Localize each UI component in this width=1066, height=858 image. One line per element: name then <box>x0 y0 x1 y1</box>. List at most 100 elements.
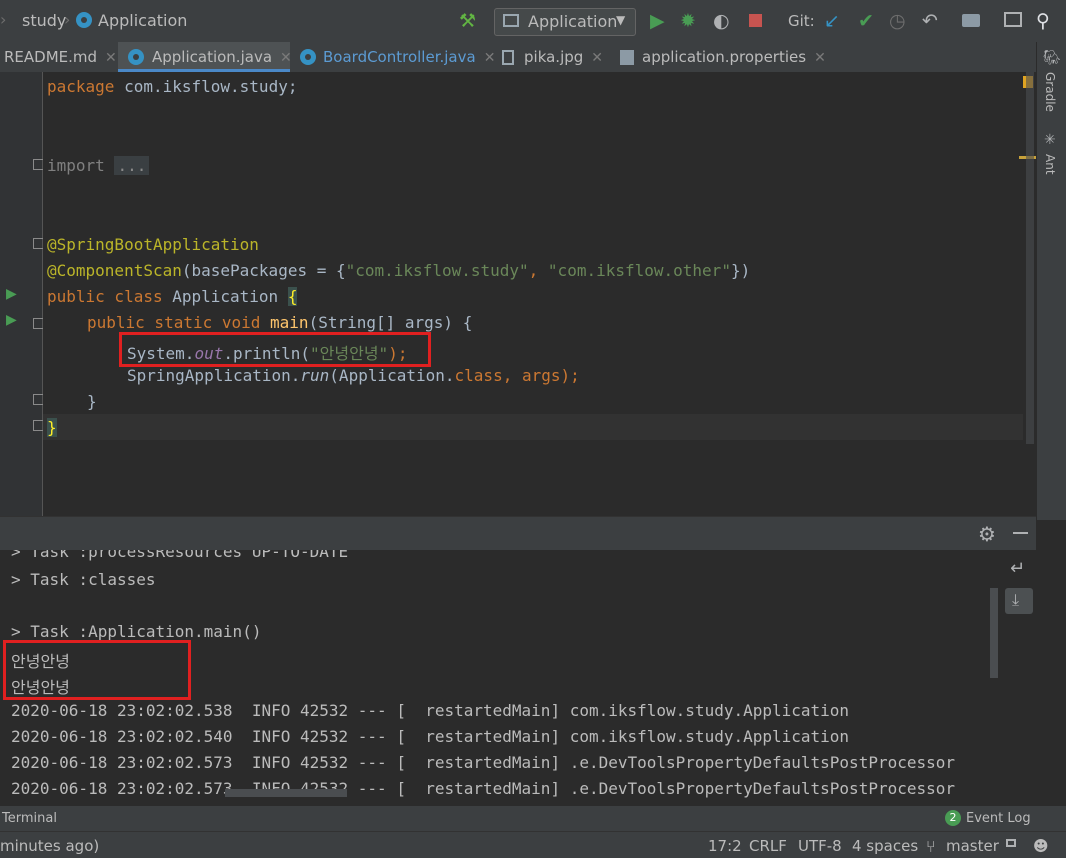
console-line: 2020-06-18 23:02:02.538 INFO 42532 --- [… <box>11 701 850 720</box>
indent-setting[interactable]: 4 spaces <box>852 837 918 855</box>
console-line: > Task :classes <box>11 570 156 589</box>
keyword: class <box>454 366 503 385</box>
minimize-icon[interactable] <box>1013 532 1028 534</box>
run-panel-header: ⚙ <box>0 516 1036 551</box>
git-branch[interactable]: master <box>946 837 999 855</box>
console-scrollbar-thumb[interactable] <box>990 588 998 678</box>
git-history-icon[interactable]: ◷ <box>889 10 906 32</box>
git-label: Git: <box>788 12 815 30</box>
search-icon[interactable]: ⚲ <box>1036 10 1050 32</box>
tab-readme[interactable]: README.md ✕ <box>0 42 118 72</box>
breadcrumb-study[interactable]: study <box>22 11 66 30</box>
run-gutter-icon[interactable]: ▶ <box>6 286 17 302</box>
soft-wrap-icon[interactable]: ↵ <box>1010 558 1025 579</box>
run-icon[interactable]: ▶ <box>650 10 665 32</box>
build-hammer-icon[interactable]: ⚒ <box>459 10 476 32</box>
console-line: > Task :Application.main() <box>11 622 262 641</box>
lock-icon[interactable] <box>1006 839 1016 847</box>
editor-tab-bar: README.md ✕ Application.java ✕ BoardContro… <box>0 42 1036 73</box>
editor-scrollbar[interactable] <box>1019 72 1036 516</box>
tab-label: pika.jpg <box>524 48 584 66</box>
scroll-to-end-icon: ⤓ <box>1012 590 1020 609</box>
annotation: @SpringBootApplication <box>47 235 259 254</box>
highlight-box-output <box>3 640 191 700</box>
highlight-box-println <box>119 332 431 367</box>
folded-region[interactable]: ... <box>114 156 150 175</box>
code-text: , args); <box>502 366 580 385</box>
close-icon[interactable]: ✕ <box>591 50 603 66</box>
console-side-toolbar: ↵ ⤓ <box>990 550 1036 800</box>
method-name: main <box>260 313 309 332</box>
git-commit-icon[interactable]: ✔ <box>858 10 874 32</box>
string-literal: "com.iksflow.study" <box>345 261 529 280</box>
chevron-right-icon: › <box>0 10 7 29</box>
package-name: com.iksflow.study; <box>114 77 298 96</box>
undo-icon[interactable]: ↶ <box>922 10 938 32</box>
run-gutter-icon[interactable]: ▶ <box>6 312 17 328</box>
git-update-icon[interactable]: ↙ <box>824 10 840 32</box>
terminal-tool-button[interactable]: Terminal <box>2 811 57 826</box>
tab-label: application.properties <box>642 48 807 66</box>
code-text: (basePackages = { <box>181 261 346 280</box>
debug-bug-icon[interactable]: ✹ <box>680 10 696 32</box>
tool-window-bar: Terminal 2 Event Log <box>0 805 1066 832</box>
dropdown-arrow-icon: ▼ <box>616 13 626 27</box>
status-message[interactable]: minutes ago) <box>0 837 99 855</box>
scroll-to-end-button[interactable]: ⤓ <box>1005 588 1033 614</box>
ant-tool-button[interactable]: Ant <box>1043 154 1057 175</box>
properties-file-icon <box>620 50 634 65</box>
line-separator[interactable]: CRLF <box>749 837 787 855</box>
code-line-class: public class Application { <box>47 287 298 306</box>
code-line-close-method: } <box>87 392 97 411</box>
brace: } <box>47 418 57 437</box>
coverage-icon[interactable]: ◐ <box>713 10 730 32</box>
code-text: (Application. <box>329 366 455 385</box>
console-line: 2020-06-18 23:02:02.573 INFO 42532 --- [… <box>11 779 956 798</box>
gear-icon[interactable]: ⚙ <box>978 522 996 546</box>
tab-application-properties[interactable]: application.properties ✕ <box>608 42 826 72</box>
presentation-icon[interactable] <box>1004 12 1022 27</box>
code-line-annotation2: @ComponentScan(basePackages = {"com.iksf… <box>47 261 750 280</box>
console-line: 2020-06-18 23:02:02.573 INFO 42532 --- [… <box>11 753 956 772</box>
close-icon[interactable]: ✕ <box>105 50 117 66</box>
code-text: }) <box>730 261 751 280</box>
file-encoding[interactable]: UTF-8 <box>798 837 842 855</box>
close-icon[interactable]: ✕ <box>814 50 826 66</box>
keyword: package <box>47 77 115 96</box>
stop-icon[interactable] <box>749 14 762 27</box>
caret-position[interactable]: 17:2 <box>708 837 742 855</box>
gradle-elephant-icon: 🐘︎ <box>1043 50 1061 66</box>
run-config-label: Application <box>528 12 618 31</box>
project-structure-icon[interactable] <box>962 14 980 27</box>
tab-label: BoardController.java <box>323 48 476 66</box>
brace: } <box>87 392 97 411</box>
navigation-bar: › study › Application ⚒ Application ▼ ▶ … <box>0 0 1066 43</box>
code-line-annotation1: @SpringBootApplication <box>47 235 259 254</box>
code-line-import: import ... <box>47 156 150 175</box>
code-line-package: package com.iksflow.study; <box>47 77 297 96</box>
breadcrumb-application[interactable]: Application <box>98 11 187 30</box>
event-log-count-badge: 2 <box>945 810 961 826</box>
method-name: run <box>300 366 330 385</box>
console-line: 2020-06-18 23:02:02.540 INFO 42532 --- [… <box>11 727 850 746</box>
tab-application-java[interactable]: Application.java ✕ <box>118 42 292 72</box>
scrollbar-thumb[interactable] <box>1026 72 1034 444</box>
branch-icon: ⑂ <box>926 837 936 856</box>
annotation: @ComponentScan <box>47 261 182 280</box>
class-icon <box>76 12 92 28</box>
inspector-icon[interactable]: ☻ <box>1033 837 1049 855</box>
chevron-right-icon: › <box>64 10 71 29</box>
console-line: > Task :processResources UP-TO-DATE <box>11 550 349 561</box>
gradle-tool-button[interactable]: Gradle <box>1043 72 1057 112</box>
config-icon <box>503 14 519 27</box>
run-configuration-select[interactable]: Application ▼ <box>494 8 636 36</box>
tab-pika-jpg[interactable]: pika.jpg ✕ <box>490 42 608 72</box>
code-text: , <box>528 261 548 280</box>
right-tool-strip: 🐘︎ Gradle ✳ Ant <box>1036 42 1066 520</box>
event-log-tool-button[interactable]: Event Log <box>966 811 1031 826</box>
keyword: public static void <box>87 313 261 332</box>
horizontal-scrollbar-thumb[interactable] <box>225 789 347 797</box>
ant-icon: ✳ <box>1044 132 1056 148</box>
tab-boardcontroller[interactable]: BoardController.java ✕ <box>290 42 495 72</box>
class-name: Application <box>162 287 288 306</box>
